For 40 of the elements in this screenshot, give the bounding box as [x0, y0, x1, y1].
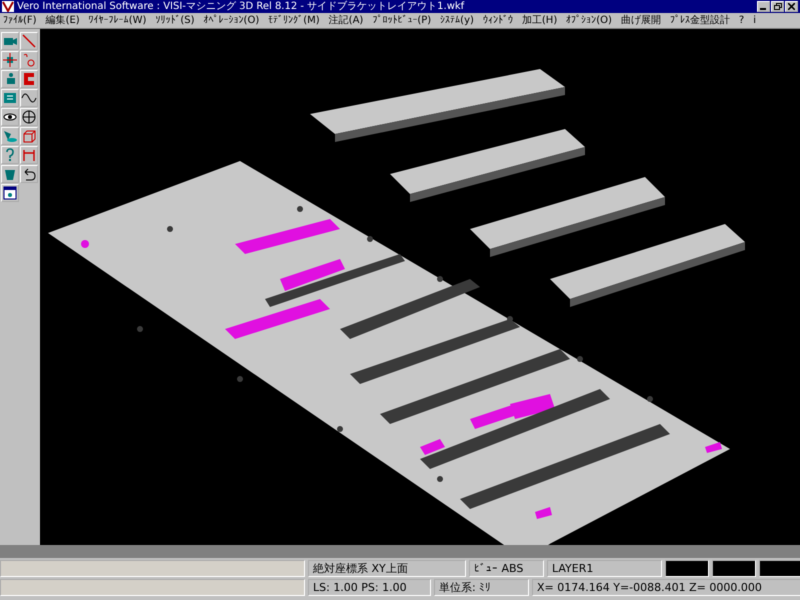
- cube-icon: [21, 128, 37, 144]
- layer-label: LAYER1: [547, 560, 662, 577]
- window-icon: [2, 185, 18, 201]
- circle-icon: [21, 52, 37, 68]
- window-title: Vero International Software : VISI-マシニング 3D Rel 8.12 - サイドブラケットレイアウト1.wkf: [17, 0, 466, 13]
- menu-item[interactable]: ｵﾌﾟｼｮﾝ(O): [566, 14, 612, 28]
- menu-item[interactable]: i: [753, 14, 756, 28]
- menu-item[interactable]: ﾓﾃﾞﾘﾝｸﾞ(M): [268, 14, 320, 28]
- menu-item[interactable]: ﾌﾟﾚｽ金型設計: [670, 14, 730, 28]
- close-icon: [788, 3, 795, 10]
- menu-item[interactable]: ｳｨﾝﾄﾞｳ: [482, 14, 513, 28]
- color-indicator: [665, 560, 709, 577]
- menu-item[interactable]: ﾌｧｲﾙ(F): [3, 14, 37, 28]
- view-label: ﾋﾞｭｰ ABS: [469, 560, 544, 577]
- restore-icon: [774, 3, 782, 10]
- menu-item[interactable]: ｼｽﾃﾑ(y): [440, 14, 474, 28]
- menu-item[interactable]: ｿﾘｯﾄﾞ(S): [155, 14, 195, 28]
- close-button[interactable]: [785, 1, 798, 12]
- bracket-shape-icon: [21, 71, 37, 87]
- minimize-button[interactable]: [757, 1, 770, 12]
- color-indicator: [712, 560, 756, 577]
- app-logo-icon: [2, 1, 14, 12]
- menu-item[interactable]: ?: [738, 14, 744, 28]
- cursor-position-label: X= 0174.164 Y=-0088.401 Z= 0000.000: [532, 579, 800, 596]
- input-field[interactable]: [0, 579, 305, 596]
- diagonal-line-icon: [21, 33, 37, 49]
- sphere-grid-icon: [21, 109, 37, 125]
- menu-item[interactable]: 曲げ展開: [620, 14, 661, 28]
- menu-item[interactable]: 編集(E): [46, 14, 80, 28]
- coordinate-system-label: 絶対座標系 XY上面: [308, 560, 466, 577]
- menu-item[interactable]: ﾌﾟﾛｯﾄﾋﾞｭｰ(P): [372, 14, 432, 28]
- menu-item[interactable]: 注記(A): [328, 14, 364, 28]
- scale-label: LS: 1.00 PS: 1.00: [308, 579, 431, 596]
- color-indicator: [759, 560, 800, 577]
- menu-item[interactable]: 加工(H): [522, 14, 558, 28]
- menu-item[interactable]: ﾜｲﾔｰﾌﾚｰﾑ(W): [88, 14, 146, 28]
- units-label: 単位系: ﾐﾘ: [434, 579, 529, 596]
- menu-item[interactable]: ｵﾍﾟﾚｰｼｮﾝ(O): [204, 14, 260, 28]
- dimension-icon: [21, 147, 37, 163]
- restore-button[interactable]: [771, 1, 784, 12]
